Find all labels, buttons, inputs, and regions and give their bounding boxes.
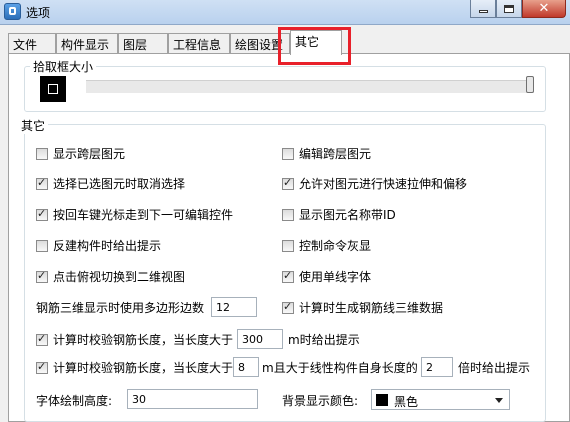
rebar3d-sides-input[interactable] — [211, 297, 257, 317]
cb-reverse-build-prompt[interactable]: 反建构件时给出提示 — [36, 237, 161, 254]
cb-rebar-3d-data[interactable]: 计算时生成钢筋线三维数据 — [282, 299, 443, 316]
length-limit2-input[interactable] — [233, 357, 259, 377]
color-swatch — [376, 394, 388, 406]
font-height-input[interactable] — [127, 389, 258, 409]
pickbox-preview — [40, 76, 66, 102]
checkbox-box[interactable] — [36, 239, 48, 252]
checkbox-box[interactable] — [282, 300, 294, 314]
close-icon: ✕ — [538, 0, 550, 16]
cb-show-name-id[interactable]: 显示图元名称带ID — [282, 206, 396, 223]
font-height-label: 字体绘制高度: — [36, 394, 113, 408]
maximize-icon — [504, 4, 514, 13]
checkbox-box[interactable] — [36, 332, 48, 346]
checkbox-box[interactable] — [282, 176, 294, 190]
checkbox-box[interactable] — [36, 147, 48, 160]
cb-edit-cross-layer[interactable]: 编辑跨层图元 — [282, 145, 371, 162]
cb-check-length-1[interactable]: 计算时校验钢筋长度，当长度大于 — [36, 331, 233, 348]
cb-gray-commands[interactable]: 控制命令灰显 — [282, 237, 371, 254]
cb-top-view-2d[interactable]: 点击俯视切换到二维视图 — [36, 268, 185, 285]
tab-component-display[interactable]: 构件显示 — [56, 33, 118, 53]
cb-check-length-2[interactable]: 计算时校验钢筋长度，当长度大于 — [36, 359, 233, 376]
tab-file[interactable]: 文件 — [8, 33, 56, 53]
checkbox-box[interactable] — [36, 207, 48, 221]
length-limit-suffix: m时给出提示 — [288, 333, 360, 347]
cb-single-line-font[interactable]: 使用单线字体 — [282, 268, 371, 285]
tab-project-info[interactable]: 工程信息 — [168, 33, 230, 53]
checkbox-box[interactable] — [36, 176, 48, 190]
bg-color-value: 黑色 — [394, 395, 419, 409]
other-title: 其它 — [18, 117, 49, 134]
minimize-icon — [478, 10, 488, 13]
cb-enter-next-control[interactable]: 按回车键光标走到下一可编辑控件 — [36, 206, 233, 223]
length-limit2-mid: m且大于线性构件自身长度的 — [262, 361, 418, 375]
close-button[interactable]: ✕ — [522, 0, 566, 18]
checkbox-box[interactable] — [282, 208, 294, 221]
length-multiple-suffix: 倍时给出提示 — [458, 361, 531, 375]
window-title: 选项 — [26, 6, 51, 20]
cb-deselect-selected[interactable]: 选择已选图元时取消选择 — [36, 175, 185, 192]
cb-quick-stretch[interactable]: 允许对图元进行快速拉伸和偏移 — [282, 175, 467, 192]
checkbox-box[interactable] — [282, 239, 294, 252]
length-limit-input[interactable] — [237, 329, 283, 349]
pickbox-slider[interactable] — [86, 80, 534, 93]
pickbox-slider-thumb[interactable] — [526, 76, 534, 93]
checkbox-box[interactable] — [36, 360, 48, 374]
rebar3d-label: 钢筋三维显示时使用多边形边数 — [36, 301, 205, 315]
checkbox-box[interactable] — [282, 269, 294, 283]
chevron-down-icon[interactable] — [495, 398, 503, 403]
minimize-button[interactable] — [470, 0, 496, 18]
cb-show-cross-layer[interactable]: 显示跨层图元 — [36, 145, 125, 162]
highlight-box — [278, 27, 351, 65]
maximize-button[interactable] — [496, 0, 522, 18]
pickbox-title: 拾取框大小 — [30, 58, 97, 75]
checkbox-box[interactable] — [36, 269, 48, 283]
length-multiple-input[interactable] — [421, 357, 453, 377]
checkbox-box[interactable] — [282, 147, 294, 160]
app-icon — [4, 3, 21, 20]
tab-layer[interactable]: 图层 — [118, 33, 168, 53]
bg-color-select[interactable]: 黑色 — [371, 389, 510, 410]
bg-color-label: 背景显示颜色: — [282, 394, 359, 408]
title-bar: 选项 ✕ — [0, 0, 570, 25]
